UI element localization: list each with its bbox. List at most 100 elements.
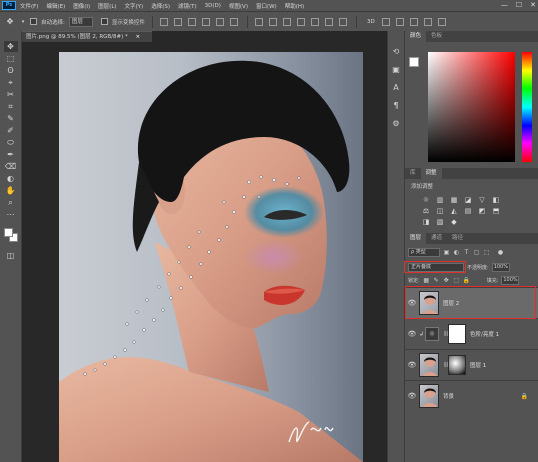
- align-bottom-icon[interactable]: [187, 17, 196, 26]
- clone-stamp-tool-icon[interactable]: ⬭: [4, 137, 18, 148]
- tab-adjustments[interactable]: 调整: [420, 168, 442, 179]
- fill-input[interactable]: 100%: [501, 275, 520, 285]
- auto-select-dropdown[interactable]: 图层: [68, 16, 93, 27]
- threshold-icon[interactable]: ▧: [435, 218, 445, 227]
- foreground-color-swatch[interactable]: [3, 228, 13, 237]
- lock-position-icon[interactable]: ✥: [443, 277, 450, 284]
- filter-toggle-icon[interactable]: ●: [497, 249, 504, 256]
- tab-layers[interactable]: 图层: [405, 233, 427, 244]
- color-panel-foreground-swatch[interactable]: [409, 57, 419, 67]
- move-tool-icon[interactable]: ✥: [3, 41, 18, 52]
- lock-pixels-icon[interactable]: ✎: [433, 277, 440, 284]
- visibility-eye-icon[interactable]: 👁: [405, 392, 419, 400]
- hand-tool-icon[interactable]: ✋: [4, 185, 18, 196]
- layer-name[interactable]: 图层 1: [470, 361, 486, 369]
- layer-row-layer-2[interactable]: 👁 图层 2: [405, 287, 538, 318]
- layer-filter-dropdown[interactable]: ρ 类型: [408, 247, 440, 257]
- minimize-button[interactable]: —: [501, 1, 508, 9]
- menu-image[interactable]: 图像(I): [73, 2, 90, 10]
- layer-row-layer-1[interactable]: 👁 ⛓ 图层 1: [405, 349, 538, 380]
- brightness-contrast-icon[interactable]: ☼: [421, 196, 431, 205]
- posterize-icon[interactable]: ◨: [421, 218, 431, 227]
- menu-window[interactable]: 窗口(W): [256, 2, 277, 10]
- layer-name[interactable]: 色阶/亮度 1: [470, 330, 499, 338]
- align-left-icon[interactable]: [201, 17, 210, 26]
- menu-view[interactable]: 视图(V): [229, 2, 248, 10]
- history-panel-icon[interactable]: ⟲: [391, 47, 401, 57]
- lock-transparent-icon[interactable]: ▦: [423, 277, 430, 284]
- vibrance-icon[interactable]: ▽: [477, 196, 487, 205]
- 3d-slide-icon[interactable]: [423, 17, 432, 26]
- smart-object-filter-icon[interactable]: ⬚: [483, 249, 490, 256]
- quick-mask-icon[interactable]: ◫: [4, 250, 18, 261]
- document-tab[interactable]: 图片.png @ 89.5% (图层 2, RGB/8#) * ×: [22, 31, 152, 42]
- 3d-scale-icon[interactable]: [437, 17, 446, 26]
- layer-mask-thumbnail[interactable]: [448, 355, 466, 375]
- curves-icon[interactable]: ▦: [449, 196, 459, 205]
- layer-mask-thumbnail[interactable]: [448, 324, 466, 344]
- pixel-filter-icon[interactable]: ▣: [443, 249, 450, 256]
- adjustment-filter-icon[interactable]: ◐: [453, 249, 460, 256]
- visibility-eye-icon[interactable]: 👁: [405, 299, 419, 307]
- distribute-hcenter-icon[interactable]: [310, 17, 319, 26]
- tab-swatches[interactable]: 色板: [426, 31, 447, 42]
- menu-type[interactable]: 文字(Y): [125, 2, 144, 10]
- tab-channels[interactable]: 通道: [426, 233, 447, 244]
- align-top-icon[interactable]: [159, 17, 168, 26]
- visibility-eye-icon[interactable]: 👁: [405, 361, 419, 369]
- eyedropper-tool-icon[interactable]: ⌗: [4, 101, 18, 112]
- crop-tool-icon[interactable]: ✂: [4, 89, 18, 100]
- align-vcenter-icon[interactable]: [173, 17, 182, 26]
- properties-panel-icon[interactable]: ▣: [391, 65, 401, 75]
- auto-select-checkbox[interactable]: [30, 18, 37, 25]
- document-canvas-image[interactable]: yu: [59, 52, 363, 462]
- selective-color-icon[interactable]: ◆: [449, 218, 459, 227]
- lock-all-icon[interactable]: 🔒: [463, 277, 470, 284]
- more-tools-icon[interactable]: ⋯: [4, 209, 18, 220]
- paragraph-panel-icon[interactable]: ¶: [391, 101, 401, 111]
- auto-align-icon[interactable]: [338, 17, 347, 26]
- layer-name[interactable]: 背景: [443, 392, 454, 400]
- move-tool-icon[interactable]: ✥: [4, 16, 16, 28]
- photo-filter-icon[interactable]: ◭: [449, 207, 459, 216]
- distribute-right-icon[interactable]: [324, 17, 333, 26]
- hue-slider[interactable]: [522, 52, 532, 162]
- quick-select-tool-icon[interactable]: ⌖: [4, 77, 18, 88]
- color-picker-field[interactable]: [428, 52, 515, 162]
- menu-edit[interactable]: 编辑(E): [46, 2, 65, 10]
- tab-paths[interactable]: 路径: [447, 233, 468, 244]
- color-swatches[interactable]: [3, 227, 19, 243]
- color-lookup-icon[interactable]: ◩: [477, 207, 487, 216]
- menu-select[interactable]: 选择(S): [151, 2, 170, 10]
- distribute-vcenter-icon[interactable]: [268, 17, 277, 26]
- 3d-rotate-icon[interactable]: [381, 17, 390, 26]
- healing-brush-tool-icon[interactable]: ✎: [4, 113, 18, 124]
- blend-mode-dropdown[interactable]: 正片叠底: [408, 262, 464, 272]
- lock-artboard-icon[interactable]: ⬚: [453, 277, 460, 284]
- layer-name[interactable]: 图层 2: [443, 299, 459, 307]
- menu-layer[interactable]: 图层(L): [98, 2, 116, 10]
- menu-filter[interactable]: 滤镜(T): [178, 2, 197, 10]
- maximize-button[interactable]: ☐: [516, 1, 522, 9]
- show-transform-checkbox[interactable]: [100, 18, 108, 25]
- distribute-left-icon[interactable]: [296, 17, 305, 26]
- opacity-input[interactable]: 100%: [491, 262, 510, 272]
- layer-row-adjustment[interactable]: 👁 ↲ ☼ ⛓ 色阶/亮度 1: [405, 318, 538, 349]
- marquee-tool-icon[interactable]: ⬚: [4, 53, 18, 64]
- visibility-eye-icon[interactable]: 👁: [405, 330, 419, 338]
- menu-file[interactable]: 文件(F): [20, 2, 38, 10]
- history-brush-tool-icon[interactable]: ✒: [4, 149, 18, 160]
- chevron-down-icon[interactable]: ▾: [20, 16, 26, 28]
- distribute-bottom-icon[interactable]: [282, 17, 291, 26]
- menu-3d[interactable]: 3D(D): [205, 3, 221, 9]
- lasso-tool-icon[interactable]: ʘ: [4, 65, 18, 76]
- black-white-icon[interactable]: ◫: [435, 207, 445, 216]
- exposure-icon[interactable]: ◪: [463, 196, 473, 205]
- dodge-tool-icon[interactable]: ◐: [4, 173, 18, 184]
- character-panel-icon[interactable]: A: [391, 83, 401, 93]
- tab-color[interactable]: 颜色: [405, 31, 427, 42]
- brush-tool-icon[interactable]: ✐: [4, 125, 18, 136]
- close-icon[interactable]: ×: [136, 34, 141, 40]
- type-filter-icon[interactable]: T: [463, 249, 470, 256]
- zoom-tool-icon[interactable]: ⌕: [4, 197, 18, 208]
